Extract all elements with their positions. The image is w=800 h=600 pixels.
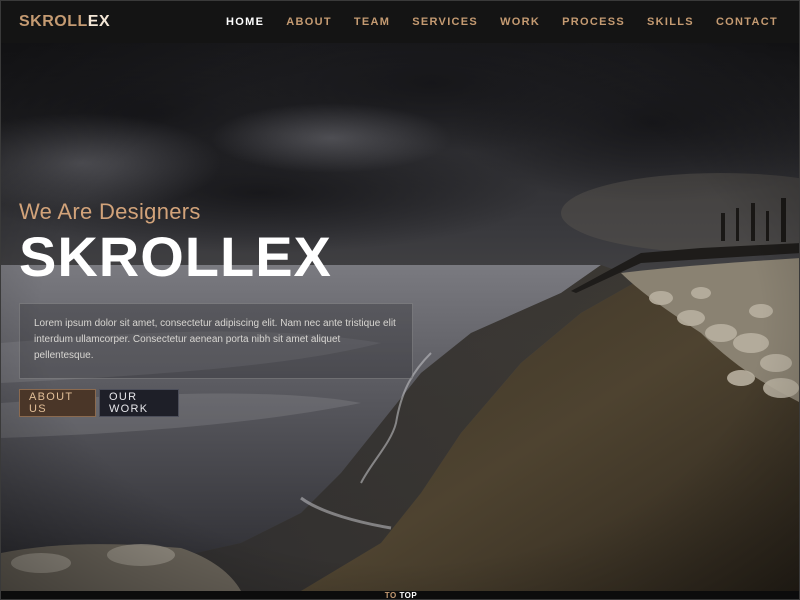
hero-title: SKROLLEX <box>19 225 332 288</box>
bottom-bar: TO TOP <box>1 591 799 600</box>
hero-subtitle: We Are Designers <box>19 199 201 224</box>
nav-skills[interactable]: SKILLS <box>636 16 705 28</box>
hero-content: We Are Designers SKROLLEX Lorem ipsum do… <box>19 199 413 417</box>
nav-about[interactable]: ABOUT <box>275 16 343 28</box>
main-nav: HOME ABOUT TEAM SERVICES WORK PROCESS SK… <box>215 16 789 28</box>
brand-part-1: SKROLL <box>19 13 88 30</box>
hero-section: We Are Designers SKROLLEX Lorem ipsum do… <box>1 43 799 591</box>
hero-description: Lorem ipsum dolor sit amet, consectetur … <box>34 318 396 361</box>
to-top-text-2: TOP <box>399 591 418 600</box>
brand-logo[interactable]: SKROLL EX <box>19 13 110 31</box>
navbar: SKROLL EX HOME ABOUT TEAM SERVICES WORK P… <box>1 1 799 43</box>
nav-work[interactable]: WORK <box>489 16 551 28</box>
nav-contact[interactable]: CONTACT <box>705 16 789 28</box>
page-frame: SKROLL EX HOME ABOUT TEAM SERVICES WORK P… <box>0 0 800 600</box>
nav-process[interactable]: PROCESS <box>551 16 636 28</box>
nav-services[interactable]: SERVICES <box>401 16 489 28</box>
nav-team[interactable]: TEAM <box>343 16 401 28</box>
about-us-button[interactable]: ABOUT US <box>19 389 96 417</box>
brand-part-2: EX <box>87 13 111 30</box>
hero-buttons: ABOUT US OUR WORK <box>19 389 413 417</box>
hero-description-box: Lorem ipsum dolor sit amet, consectetur … <box>19 303 413 379</box>
to-top-link[interactable]: TO TOP <box>384 591 418 600</box>
to-top-text-1: TO <box>384 591 397 600</box>
nav-home[interactable]: HOME <box>215 16 275 28</box>
our-work-button[interactable]: OUR WORK <box>99 389 179 417</box>
